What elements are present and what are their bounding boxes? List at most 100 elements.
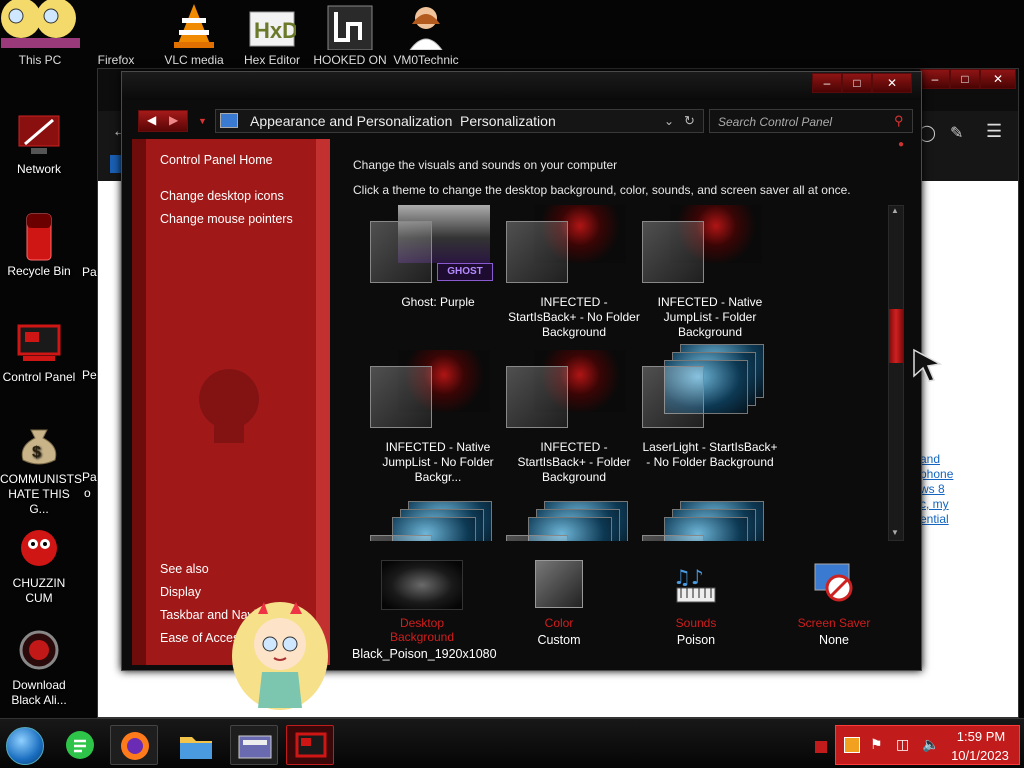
tray-app-icon[interactable] xyxy=(844,737,860,753)
theme-caption: INFECTED - StartIsBack+ - Folder Backgro… xyxy=(517,440,631,484)
glass-swatch xyxy=(370,366,432,428)
desktop-icon-fragment: Pe xyxy=(82,368,97,382)
menu-icon[interactable]: ☰ xyxy=(986,121,1002,142)
sounds-setting[interactable]: ♫♪ Sounds Poison xyxy=(641,560,751,647)
desktop-icon-control-panel[interactable]: Control Panel xyxy=(0,318,78,385)
desktop-icon-label: This PC xyxy=(18,53,62,67)
desktop-icon-label: VLC media xyxy=(164,53,224,67)
firefox-icon xyxy=(121,732,149,760)
window-title-bar[interactable]: – □ ✕ xyxy=(122,72,921,100)
taskbar-app-messages[interactable] xyxy=(56,725,104,765)
taskbar-app-window[interactable] xyxy=(230,725,278,765)
desktop-icon-hex-editor[interactable]: HxD Hex Editor xyxy=(232,0,312,68)
forward-arrow-icon[interactable]: ▶ xyxy=(169,113,178,127)
desktop-background-thumb xyxy=(381,560,463,610)
desktop-icon-label: Recycle Bin xyxy=(7,264,71,278)
page-link[interactable]: and xyxy=(920,452,940,467)
display-link[interactable]: Display xyxy=(160,585,201,599)
color-setting[interactable]: Color Custom xyxy=(504,560,614,647)
change-mouse-pointers-link[interactable]: Change mouse pointers xyxy=(160,212,293,226)
nav-buttons: ◀ ▶ xyxy=(138,110,188,132)
chevron-down-icon[interactable]: ⌄ xyxy=(664,114,674,128)
desktop-background-setting[interactable]: Desktop Background Black_Poison_1920x108… xyxy=(352,560,497,661)
network-tray-icon[interactable]: ◫ xyxy=(896,736,909,753)
desktop-icon-communists[interactable]: $ COMMUNISTS HATE THIS G... xyxy=(0,420,82,517)
glass-swatch xyxy=(506,535,568,541)
desktop-icon-firefox[interactable]: Firefox xyxy=(76,0,156,68)
desktop-icon-label: HOOKED ON xyxy=(313,53,387,67)
theme-caption: INFECTED - Native JumpList - No Folder B… xyxy=(382,440,494,484)
extensions-icon[interactable]: ✎ xyxy=(950,123,963,143)
window-icon xyxy=(238,735,272,759)
scroll-down-icon[interactable]: ▼ xyxy=(891,528,899,537)
desktop-icon-network[interactable]: Network xyxy=(0,110,78,177)
sounds-value: Poison xyxy=(676,633,716,647)
taskbar-app-control-panel[interactable] xyxy=(286,725,334,765)
folder-icon xyxy=(180,737,212,759)
control-panel-home-link[interactable]: Control Panel Home xyxy=(160,153,273,167)
search-icon[interactable]: ⚲ xyxy=(894,113,904,129)
gallery-scrollbar[interactable]: ▲ ▼ xyxy=(888,205,904,541)
desktop-icon-vm-technician[interactable]: VM0Technic xyxy=(386,0,466,68)
flag-icon[interactable]: ⚑ xyxy=(870,736,883,753)
control-panel-icon xyxy=(15,318,63,366)
taskbar-app-file-explorer[interactable] xyxy=(172,725,220,765)
desktop-icon-download-black-alien[interactable]: Download Black Ali... xyxy=(0,626,78,708)
clock-date[interactable]: 10/1/2023 xyxy=(944,748,1016,763)
help-icon[interactable]: ● xyxy=(898,139,904,150)
back-arrow-icon[interactable]: ◀ xyxy=(147,113,156,127)
scroll-up-icon[interactable]: ▲ xyxy=(891,206,899,215)
theme-thumbnail: GHOST xyxy=(370,205,506,289)
browser-minimize-button[interactable]: – xyxy=(920,69,950,89)
red-fuzzball-icon xyxy=(15,524,63,572)
theme-caption: INFECTED - Native JumpList - Folder Back… xyxy=(657,295,763,339)
taskbar-app-firefox[interactable] xyxy=(110,725,158,765)
browser-close-button[interactable]: ✕ xyxy=(980,69,1016,89)
search-input[interactable]: Search Control Panel ⚲ xyxy=(709,109,913,133)
breadcrumb-personalization[interactable]: Personalization xyxy=(460,113,556,129)
page-link[interactable]: ential xyxy=(920,512,949,527)
desktop-icon-hooked-on[interactable]: HOOKED ON xyxy=(310,0,390,68)
page-link[interactable]: ws 8 xyxy=(920,482,945,497)
desktop-icon-vlc[interactable]: VLC media xyxy=(154,0,234,68)
theme-thumbnail xyxy=(506,501,642,541)
page-link[interactable]: c, my xyxy=(920,497,949,512)
scrollbar-thumb[interactable] xyxy=(889,309,903,363)
page-link[interactable]: phone xyxy=(920,467,953,482)
tray-overflow-icon[interactable] xyxy=(815,741,827,753)
maximize-button[interactable]: □ xyxy=(842,73,872,93)
minimize-button[interactable]: – xyxy=(812,73,842,93)
theme-caption: LaserLight - StartIsBack+ - No Folder Ba… xyxy=(642,440,778,469)
svg-text:HxD: HxD xyxy=(254,18,296,43)
desktop-icon-label: Network xyxy=(16,162,61,176)
desktop-icon-fragment: Pa xyxy=(82,265,97,279)
clock-time[interactable]: 1:59 PM xyxy=(948,729,1014,744)
breadcrumb-appearance[interactable]: Appearance and Personalization xyxy=(250,113,452,129)
address-bar[interactable]: Appearance and Personalization Personali… xyxy=(215,109,704,133)
chat-bubble-icon xyxy=(66,731,94,759)
sounds-label: Sounds xyxy=(675,616,717,630)
close-button[interactable]: ✕ xyxy=(872,73,912,93)
recent-pages-chevron-icon[interactable]: ▼ xyxy=(198,116,207,126)
start-button[interactable] xyxy=(6,727,44,765)
page-subheading: Click a theme to change the desktop back… xyxy=(353,183,851,197)
desktop-icon-label: Download Black Ali... xyxy=(11,678,67,707)
theme-thumbnail xyxy=(370,501,506,541)
ghost-logo-icon: GHOST xyxy=(437,263,493,281)
taskbar: ⚑ ◫ 🔈 1:59 PM 10/1/2023 xyxy=(0,718,1024,768)
refresh-icon[interactable]: ↻ xyxy=(684,113,695,129)
mouse-cursor-icon xyxy=(912,348,944,385)
change-desktop-icons-link[interactable]: Change desktop icons xyxy=(160,189,284,203)
theme-gallery: GHOST Ghost: Purple INFECTED - StartIsBa… xyxy=(358,205,888,541)
theme-caption: INFECTED - StartIsBack+ - No Folder Back… xyxy=(508,295,640,339)
browser-maximize-button[interactable]: □ xyxy=(950,69,980,89)
desktop-icon-label: Control Panel xyxy=(2,370,76,384)
vm-technician-icon xyxy=(402,0,450,51)
money-bag-icon: $ xyxy=(15,420,63,468)
volume-icon[interactable]: 🔈 xyxy=(922,736,939,753)
screen-saver-setting[interactable]: Screen Saver None xyxy=(779,560,889,647)
desktop-icon-recycle-bin[interactable]: Recycle Bin xyxy=(0,212,78,279)
desktop-icon-this-pc[interactable]: This PC xyxy=(0,0,80,68)
glass-swatch xyxy=(506,366,568,428)
desktop-icon-chuzzin[interactable]: CHUZZIN CUM xyxy=(0,524,78,606)
